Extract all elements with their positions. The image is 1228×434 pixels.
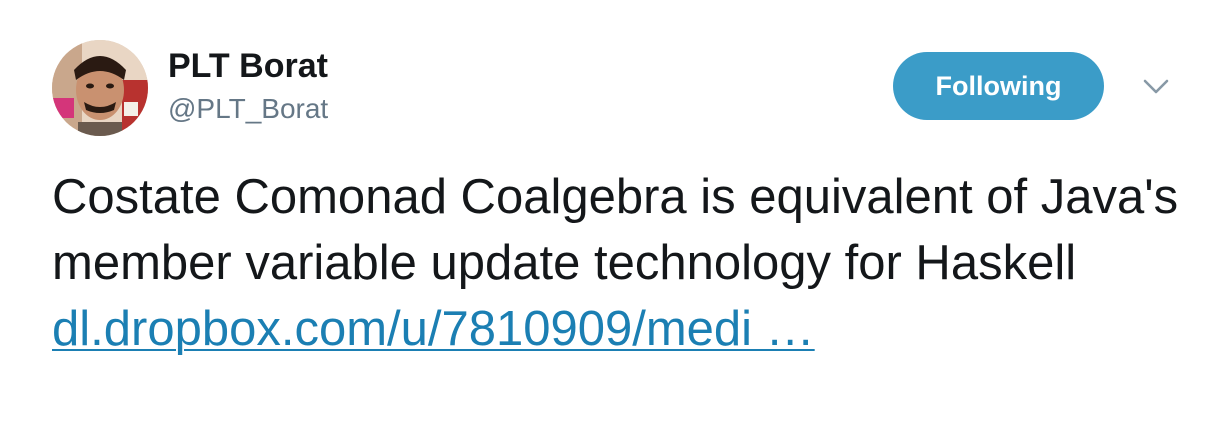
- tweet-body-text: Costate Comonad Coalgebra is equivalent …: [52, 170, 1179, 290]
- tweet-text: Costate Comonad Coalgebra is equivalent …: [52, 164, 1192, 362]
- following-button[interactable]: Following: [893, 52, 1104, 120]
- chevron-down-icon: [1143, 79, 1169, 94]
- avatar-image: [52, 40, 148, 136]
- tweet-link[interactable]: dl.dropbox.com/u/7810909/medi …: [52, 302, 815, 356]
- avatar[interactable]: [52, 40, 148, 136]
- author-display-name[interactable]: PLT Borat: [168, 45, 328, 87]
- tweet-card: PLT Borat @PLT_Borat Following Costate C…: [0, 0, 1228, 434]
- more-options-button[interactable]: [1136, 72, 1176, 102]
- author-handle[interactable]: @PLT_Borat: [168, 92, 328, 126]
